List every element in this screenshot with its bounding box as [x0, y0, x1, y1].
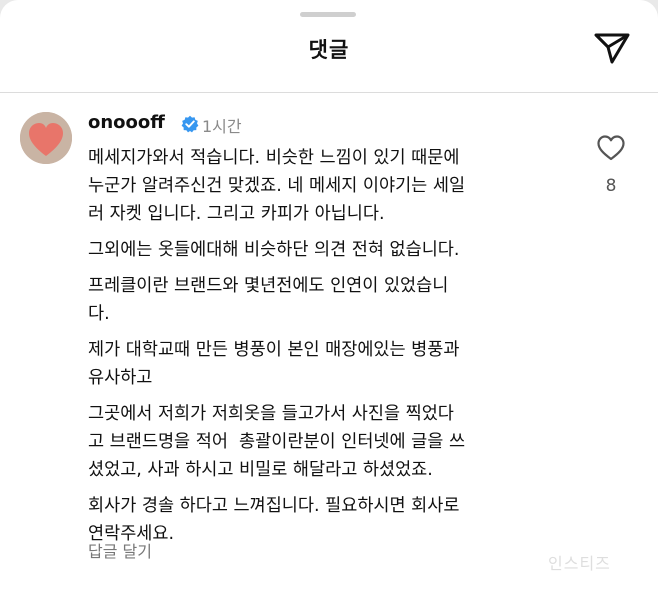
drag-handle[interactable] — [300, 12, 356, 17]
comment-paragraph: 그외에는 옷들에대해 비슷하단 의견 전혀 없습니다. — [88, 240, 460, 260]
comment-paragraph: 회사가 경솔 하다고 느껴집니다. 필요하시면 회사로 연락주세요. — [88, 496, 460, 544]
watermark: 인스티즈 — [548, 554, 611, 573]
comment-paragraph: 메세지가와서 적습니다. 비슷한 느낌이 있기 때문에 누군가 알려주신건 맞겠… — [88, 148, 466, 224]
comment-timestamp: 1시간 — [202, 117, 242, 136]
heart-icon[interactable] — [596, 134, 626, 162]
like-count: 8 — [605, 176, 617, 196]
comment-body: 메세지가와서 적습니다. 비슷한 느낌이 있기 때문에 누군가 알려주신건 맞겠… — [88, 144, 578, 556]
header-divider — [0, 92, 658, 93]
comment-paragraph: 제가 대학교때 만든 병풍이 본인 매장에있는 병풍과 유사하고 — [88, 340, 460, 388]
avatar-heart-icon — [20, 112, 72, 164]
reply-button[interactable]: 답글 달기 — [88, 538, 152, 562]
comment-paragraph: 프레클이란 브랜드와 몇년전에도 인연이 있었습니 다. — [88, 276, 449, 324]
avatar[interactable] — [20, 112, 72, 164]
comments-sheet: 댓글 onoooff 1시간 메세지가와서 적습니다. 비슷한 느낌이 있기 때… — [0, 0, 658, 592]
send-icon[interactable] — [592, 30, 632, 66]
comment-paragraph: 그곳에서 저희가 저희옷을 들고가서 사진을 찍었다 고 브랜드명을 적어 총괄… — [88, 404, 466, 480]
verified-badge-icon — [181, 115, 199, 133]
username[interactable]: onoooff — [88, 112, 165, 133]
page-title: 댓글 — [308, 38, 350, 62]
